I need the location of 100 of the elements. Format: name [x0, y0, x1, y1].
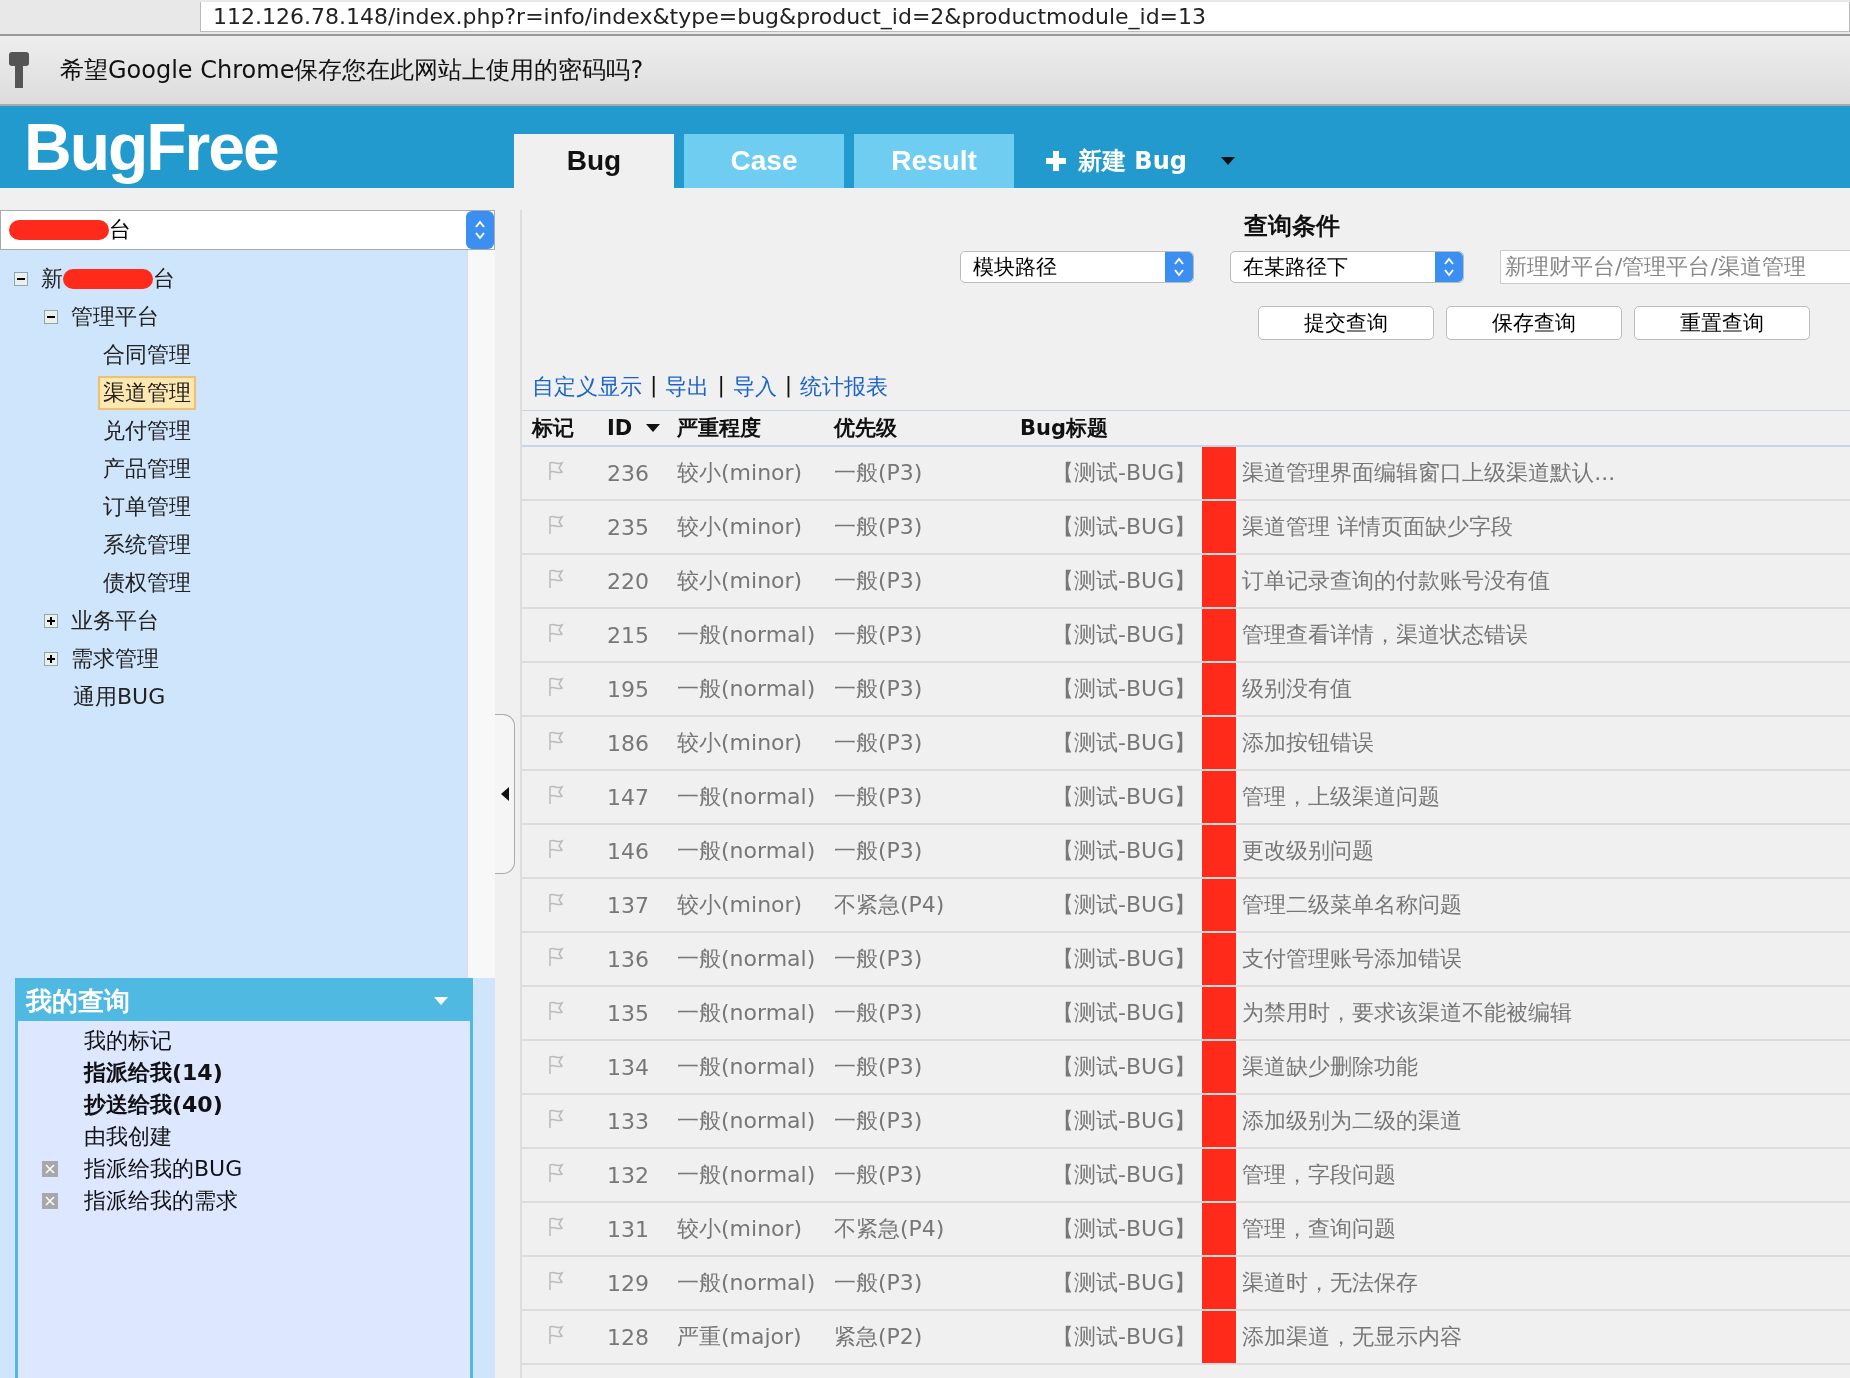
tree-item[interactable]: 兑付管理: [98, 414, 196, 448]
toolbar-link[interactable]: 自定义显示: [532, 372, 642, 402]
table-cell-text: 较小(minor): [676, 459, 804, 487]
query-link[interactable]: 指派给我(14): [84, 1058, 223, 1088]
product-select[interactable]: 台: [0, 210, 495, 250]
bug-title-link[interactable]: 【测试-BUG】: [1052, 447, 1197, 499]
query-link[interactable]: 抄送给我(40): [84, 1090, 223, 1120]
bug-title-link[interactable]: 订单记录查询的付款账号没有值: [1242, 555, 1551, 607]
tree-item[interactable]: 债权管理: [98, 566, 196, 600]
bug-title-link[interactable]: 【测试-BUG】: [1052, 555, 1197, 607]
column-header[interactable]: 优先级: [824, 414, 1010, 442]
bug-title-link[interactable]: 添加级别为二级的渠道: [1242, 1095, 1463, 1147]
bug-title-link[interactable]: 更改级别问题: [1242, 825, 1375, 877]
table-cell-text: 紧急(P2): [833, 1323, 924, 1351]
query-link[interactable]: 由我创建: [84, 1122, 172, 1152]
tree-item[interactable]: 业务平台: [66, 604, 164, 638]
redaction-mark: [1202, 1095, 1237, 1147]
expand-icon[interactable]: [44, 652, 58, 666]
query-link[interactable]: 指派给我的需求: [84, 1186, 238, 1216]
table-cell-text: 一般(normal): [676, 945, 817, 973]
bug-title-link[interactable]: 【测试-BUG】: [1052, 609, 1197, 661]
table-cell-text: 一般(normal): [676, 621, 817, 649]
tree-item[interactable]: 需求管理: [66, 642, 164, 676]
query-link[interactable]: 我的标记: [84, 1026, 172, 1056]
bug-title-link[interactable]: 管理，上级渠道问题: [1242, 771, 1441, 823]
collapse-icon[interactable]: [14, 272, 28, 286]
bug-title-link[interactable]: 【测试-BUG】: [1052, 1041, 1197, 1093]
operator-select[interactable]: 在某路径下: [1230, 251, 1464, 283]
query-button[interactable]: 提交查询: [1258, 306, 1434, 340]
bug-title-link[interactable]: 【测试-BUG】: [1052, 879, 1197, 931]
expand-icon[interactable]: [44, 614, 58, 628]
bug-title-link[interactable]: 【测试-BUG】: [1052, 501, 1197, 553]
bug-title-link[interactable]: 级别没有值: [1242, 663, 1353, 715]
bug-title-link[interactable]: 管理二级菜单名称问题: [1242, 879, 1463, 931]
table-cell-text: 一般(normal): [676, 999, 817, 1027]
collapse-sidebar-button[interactable]: [495, 714, 515, 874]
column-header[interactable]: 标记: [522, 414, 597, 442]
bug-title-link[interactable]: 【测试-BUG】: [1052, 1095, 1197, 1147]
redaction-mark: [1202, 663, 1237, 715]
column-header[interactable]: ID: [597, 416, 667, 440]
tree-item[interactable]: 管理平台: [66, 300, 164, 334]
tree-item[interactable]: 通用BUG: [68, 680, 171, 714]
table-cell-text: 较小(minor): [676, 513, 804, 541]
bug-title-link[interactable]: 为禁用时，要求该渠道不能被编辑: [1242, 987, 1573, 1039]
table-cell-text: 一般(P3): [833, 1269, 924, 1297]
tree-item[interactable]: 合同管理: [98, 338, 196, 372]
bug-title-link[interactable]: 【测试-BUG】: [1052, 825, 1197, 877]
bug-title-link[interactable]: 【测试-BUG】: [1052, 1311, 1197, 1363]
table-cell-text: 132: [606, 1162, 650, 1188]
column-header[interactable]: Bug标题: [1010, 414, 1108, 442]
bug-title-link[interactable]: 添加渠道，无显示内容: [1242, 1311, 1463, 1363]
logo: BugFree: [24, 109, 279, 185]
table-cell-text: 一般(P3): [833, 999, 924, 1027]
table-cell-text: 一般(normal): [676, 1107, 817, 1135]
nav-tab[interactable]: Bug: [514, 134, 674, 188]
remove-icon[interactable]: [42, 1193, 58, 1209]
column-header[interactable]: 严重程度: [667, 414, 824, 442]
value-field[interactable]: 新理财平台/管理平台/渠道管理: [1500, 250, 1850, 284]
table-cell-text: 一般(normal): [676, 783, 817, 811]
bug-title-link[interactable]: 【测试-BUG】: [1052, 1203, 1197, 1255]
toolbar-link[interactable]: 导出: [665, 372, 710, 402]
table-cell-text: 一般(P3): [833, 621, 924, 649]
table-cell-text: 较小(minor): [676, 1215, 804, 1243]
table-cell-text: 严重(major): [676, 1323, 803, 1351]
bug-title-link[interactable]: 管理，查询问题: [1242, 1203, 1397, 1255]
table-cell-text: 236: [606, 460, 650, 486]
collapse-icon[interactable]: [44, 310, 58, 324]
bug-title-link[interactable]: 管理查看详情，渠道状态错误: [1242, 609, 1529, 661]
bug-title-link[interactable]: 【测试-BUG】: [1052, 717, 1197, 769]
bug-title-link[interactable]: 支付管理账号添加错误: [1242, 933, 1463, 985]
password-prompt: 希望Google Chrome保存您在此网站上使用的密码吗?: [60, 55, 644, 86]
bug-title-link[interactable]: 渠道时，无法保存: [1242, 1257, 1419, 1309]
bug-title-link[interactable]: 【测试-BUG】: [1052, 771, 1197, 823]
bug-title-link[interactable]: 【测试-BUG】: [1052, 663, 1197, 715]
bug-title-link[interactable]: 添加按钮错误: [1242, 717, 1375, 769]
tree-item[interactable]: 渠道管理: [98, 376, 196, 410]
remove-icon[interactable]: [42, 1161, 58, 1177]
tree-item[interactable]: 系统管理: [98, 528, 196, 562]
bug-title-link[interactable]: 【测试-BUG】: [1052, 1149, 1197, 1201]
query-button[interactable]: 重置查询: [1634, 306, 1810, 340]
tree-item[interactable]: 产品管理: [98, 452, 196, 486]
bug-title-link[interactable]: 管理，字段问题: [1242, 1149, 1397, 1201]
bug-title-link[interactable]: 渠道管理 详情页面缺少字段: [1242, 501, 1514, 553]
bug-title-link[interactable]: 渠道缺少删除功能: [1242, 1041, 1419, 1093]
toolbar-link[interactable]: 导入: [732, 372, 777, 402]
table-cell-text: 135: [606, 1000, 650, 1026]
field-select[interactable]: 模块路径: [960, 251, 1194, 283]
table-cell-text: 195: [606, 676, 650, 702]
bug-title-link[interactable]: 渠道管理界面编辑窗口上级渠道默认...: [1242, 447, 1616, 499]
new-bug-button[interactable]: 新建 Bug: [1038, 134, 1241, 188]
scrollbar[interactable]: [467, 250, 495, 978]
bug-title-link[interactable]: 【测试-BUG】: [1052, 987, 1197, 1039]
toolbar-link[interactable]: 统计报表: [800, 372, 889, 402]
bug-title-link[interactable]: 【测试-BUG】: [1052, 1257, 1197, 1309]
tree-item[interactable]: 订单管理: [98, 490, 196, 524]
table-cell-text: 不紧急(P4): [833, 891, 946, 919]
address-bar[interactable]: 112.126.78.148/index.php?r=info/index&type=bug&product_id=2&productmodule_id=13: [200, 2, 1850, 32]
query-button[interactable]: 保存查询: [1446, 306, 1622, 340]
query-link[interactable]: 指派给我的BUG: [84, 1154, 243, 1184]
bug-title-link[interactable]: 【测试-BUG】: [1052, 933, 1197, 985]
